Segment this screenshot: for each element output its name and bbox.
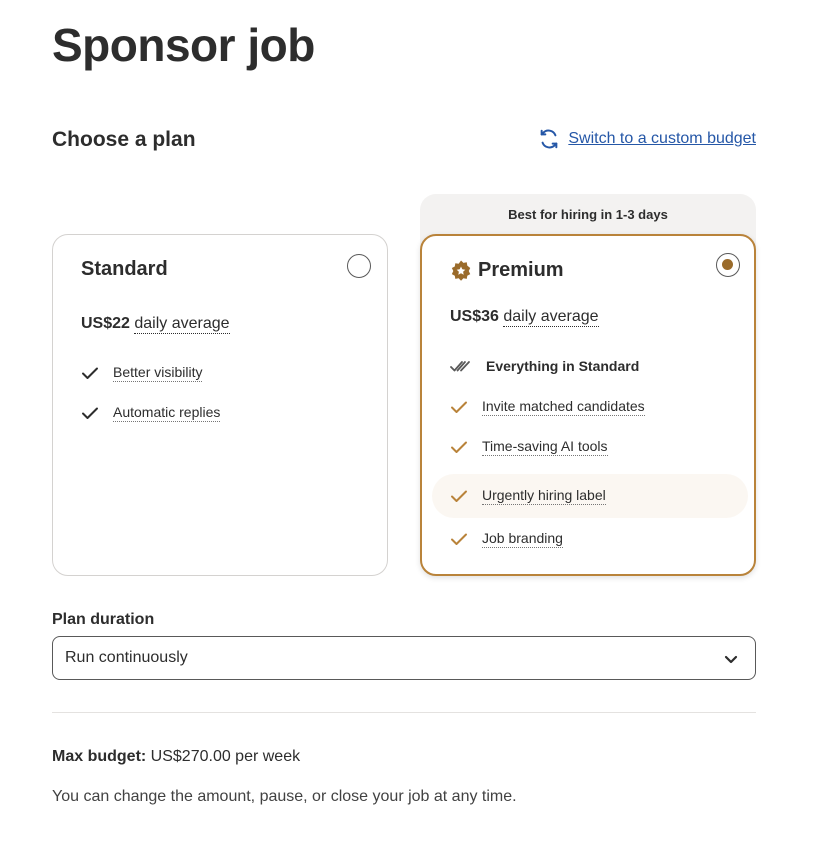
switch-custom-budget-label: Switch to a custom budget: [568, 130, 756, 147]
plan-name-standard: Standard: [81, 258, 168, 280]
plan-card-standard[interactable]: Standard US$22 daily average Better visi…: [52, 234, 388, 576]
feature-label[interactable]: Better visibility: [113, 364, 203, 382]
price-standard: US$22 daily average: [81, 315, 230, 334]
premium-banner: Best for hiring in 1-3 days: [508, 207, 668, 222]
feature-standard-replies: Automatic replies: [81, 402, 221, 424]
feature-label[interactable]: Time-saving AI tools: [482, 438, 608, 456]
feature-premium-everything: Everything in Standard: [450, 355, 639, 377]
price-suffix-standard[interactable]: daily average: [134, 315, 230, 334]
max-budget: Max budget: US$270.00 per week: [52, 748, 300, 766]
check-icon: [451, 490, 467, 502]
radio-premium[interactable]: [716, 253, 740, 277]
plan-duration-select[interactable]: Run continuously: [52, 636, 756, 680]
radio-standard[interactable]: [347, 254, 371, 278]
plan-name-label: Premium: [478, 259, 564, 281]
price-suffix-premium[interactable]: daily average: [503, 308, 599, 327]
feature-label[interactable]: Urgently hiring label: [482, 487, 606, 505]
divider: [52, 712, 756, 713]
max-budget-label: Max budget:: [52, 748, 147, 765]
feature-label[interactable]: Invite matched candidates: [482, 398, 645, 416]
check-icon: [451, 401, 467, 413]
chevron-down-icon: [724, 655, 738, 664]
plan-section-header: Choose a plan Switch to a custom budget: [52, 128, 756, 156]
plan-card-premium[interactable]: Premium US$36 daily average Everything i…: [420, 234, 756, 576]
check-icon: [82, 367, 98, 379]
premium-badge-icon: [451, 259, 471, 281]
feature-label[interactable]: Automatic replies: [113, 404, 221, 422]
feature-label[interactable]: Job branding: [482, 530, 563, 548]
check-icon: [451, 533, 467, 545]
check-icon: [82, 407, 98, 419]
switch-custom-budget-link[interactable]: Switch to a custom budget: [538, 128, 756, 150]
feature-standard-visibility: Better visibility: [81, 362, 203, 384]
feature-premium-urgently: Urgently hiring label: [450, 485, 606, 507]
max-budget-value: US$270.00 per week: [150, 748, 301, 765]
plan-duration-label: Plan duration: [52, 611, 155, 628]
feature-premium-invite: Invite matched candidates: [450, 396, 645, 418]
double-check-icon: [450, 361, 470, 372]
plan-name-premium: Premium: [450, 259, 564, 282]
refresh-icon: [541, 129, 558, 149]
feature-premium-branding: Job branding: [450, 528, 563, 550]
feature-premium-ai-tools: Time-saving AI tools: [450, 436, 608, 458]
check-icon: [451, 441, 467, 453]
page-title: Sponsor job: [52, 19, 315, 71]
plan-duration-value: Run continuously: [65, 649, 188, 666]
price-amount-premium: US$36: [450, 308, 499, 325]
price-amount-standard: US$22: [81, 315, 130, 332]
section-title: Choose a plan: [52, 128, 196, 151]
budget-note: You can change the amount, pause, or clo…: [52, 788, 517, 805]
feature-label: Everything in Standard: [486, 357, 640, 374]
price-premium: US$36 daily average: [450, 308, 599, 327]
